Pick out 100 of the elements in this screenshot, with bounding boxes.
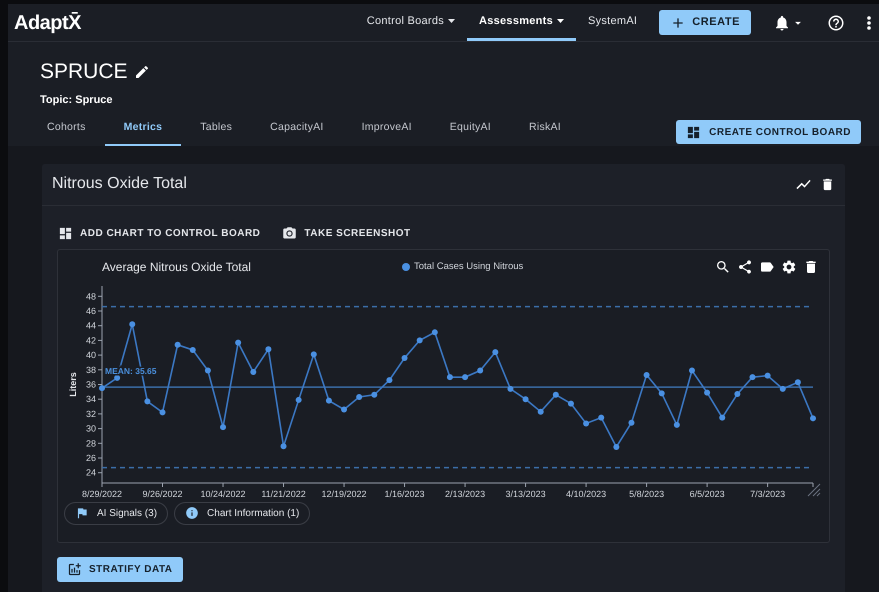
tab[interactable]: ImproveAI (342, 114, 431, 146)
data-point (674, 422, 680, 428)
data-point (644, 372, 650, 378)
data-point (296, 396, 302, 403)
x-tick-label: 10/24/2022 (200, 488, 246, 499)
data-point (704, 389, 710, 396)
data-point (780, 386, 786, 392)
y-tick-label: 38 (86, 364, 96, 375)
data-point (174, 342, 181, 348)
tab[interactable]: Cohorts (28, 114, 105, 146)
data-point (507, 386, 514, 392)
data-point (613, 444, 620, 450)
help-button[interactable] (827, 14, 845, 32)
tab[interactable]: Metrics (104, 114, 182, 146)
data-point (356, 394, 362, 400)
data-point (160, 409, 166, 416)
data-point (583, 420, 590, 426)
data-point (598, 414, 604, 420)
y-tick-label: 26 (86, 452, 96, 463)
data-point (462, 374, 468, 380)
edit-icon[interactable] (134, 64, 150, 80)
y-tick-label: 44 (86, 320, 96, 330)
topic-label: Topic: Spruce (40, 92, 114, 108)
page-title: SPRUCE (40, 59, 128, 85)
create-control-board-button[interactable]: CREATE CONTROL BOARD (676, 120, 861, 144)
help-icon (827, 14, 845, 32)
info-icon (185, 506, 200, 520)
data-point (265, 346, 272, 352)
data-point (326, 397, 332, 404)
data-point (522, 396, 529, 402)
tab[interactable]: EquityAI (430, 114, 510, 146)
y-tick-label: 24 (86, 467, 96, 478)
data-point (538, 408, 544, 414)
y-tick-label: 46 (86, 306, 96, 316)
more-icon (867, 16, 871, 30)
y-tick-label: 34 (86, 394, 96, 404)
data-point (750, 374, 756, 380)
data-point (446, 374, 453, 380)
x-tick-label: 6/5/2023 (690, 488, 725, 499)
x-tick-label: 5/8/2023 (629, 488, 664, 499)
data-point (341, 406, 348, 412)
data-point (432, 329, 438, 336)
y-tick-label: 36 (86, 379, 96, 390)
y-axis-label: Liters (68, 372, 78, 396)
stratify-data-button[interactable]: STRATIFY DATA (57, 556, 183, 582)
data-point (129, 320, 136, 327)
dashboard-icon (686, 124, 702, 140)
search-icon[interactable] (715, 258, 731, 275)
bell-icon (773, 14, 791, 32)
data-point (794, 379, 801, 386)
share-icon[interactable] (737, 258, 753, 275)
nav-menu[interactable]: Control Boards (354, 4, 468, 41)
chart-title: Average Nitrous Oxide Total (102, 258, 252, 276)
chip[interactable]: AI Signals (3) (64, 502, 168, 525)
tab[interactable]: RiskAI (510, 114, 580, 146)
data-point (310, 351, 317, 358)
data-point (734, 390, 740, 397)
data-point (402, 354, 408, 361)
nav-menu[interactable]: SystemAI (576, 4, 650, 41)
more-button[interactable] (867, 16, 871, 30)
data-point (492, 348, 498, 355)
chip[interactable]: Chart Information (1) (174, 502, 310, 525)
tab[interactable]: Tables (181, 114, 252, 146)
x-tick-label: 1/16/2023 (384, 488, 425, 499)
add-chart-button[interactable]: ADD CHART TO CONTROL BOARD (58, 226, 260, 241)
data-point (688, 367, 695, 374)
resize-handle-icon[interactable] (807, 482, 821, 497)
legend-label: Total Cases Using Nitrous (414, 260, 524, 274)
data-point (144, 398, 150, 404)
card-title: Nitrous Oxide Total (52, 174, 188, 194)
data-point (114, 374, 120, 381)
data-point (719, 414, 726, 420)
data-point (764, 372, 771, 378)
data-point (190, 346, 196, 353)
add-chart-icon (67, 562, 82, 577)
x-tick-label: 2/13/2023 (445, 488, 486, 499)
create-button[interactable]: CREATE (659, 10, 751, 35)
screenshot-button[interactable]: TAKE SCREENSHOT (282, 226, 411, 241)
settings-icon[interactable] (781, 258, 797, 275)
x-tick-label: 3/13/2023 (506, 488, 546, 499)
tab[interactable]: CapacityAI (251, 114, 343, 146)
camera-icon (282, 226, 298, 241)
delete-icon[interactable] (820, 176, 835, 192)
y-tick-label: 42 (86, 335, 96, 346)
data-point (416, 337, 423, 344)
x-tick-label: 11/21/2022 (261, 488, 306, 499)
data-point (371, 392, 378, 398)
logo[interactable]: AdaptX̄ (14, 8, 81, 38)
y-tick-label: 28 (86, 438, 96, 448)
data-point (99, 384, 105, 391)
data-point (658, 390, 665, 396)
y-tick-label: 40 (86, 350, 96, 360)
y-tick-label: 48 (86, 291, 96, 302)
data-point (477, 367, 484, 374)
x-tick-label: 4/10/2023 (566, 488, 606, 499)
flag-icon (75, 506, 89, 520)
x-tick-label: 8/29/2022 (82, 488, 122, 499)
data-point (220, 424, 226, 430)
data-point (810, 415, 816, 422)
x-tick-label: 9/26/2022 (142, 488, 183, 499)
